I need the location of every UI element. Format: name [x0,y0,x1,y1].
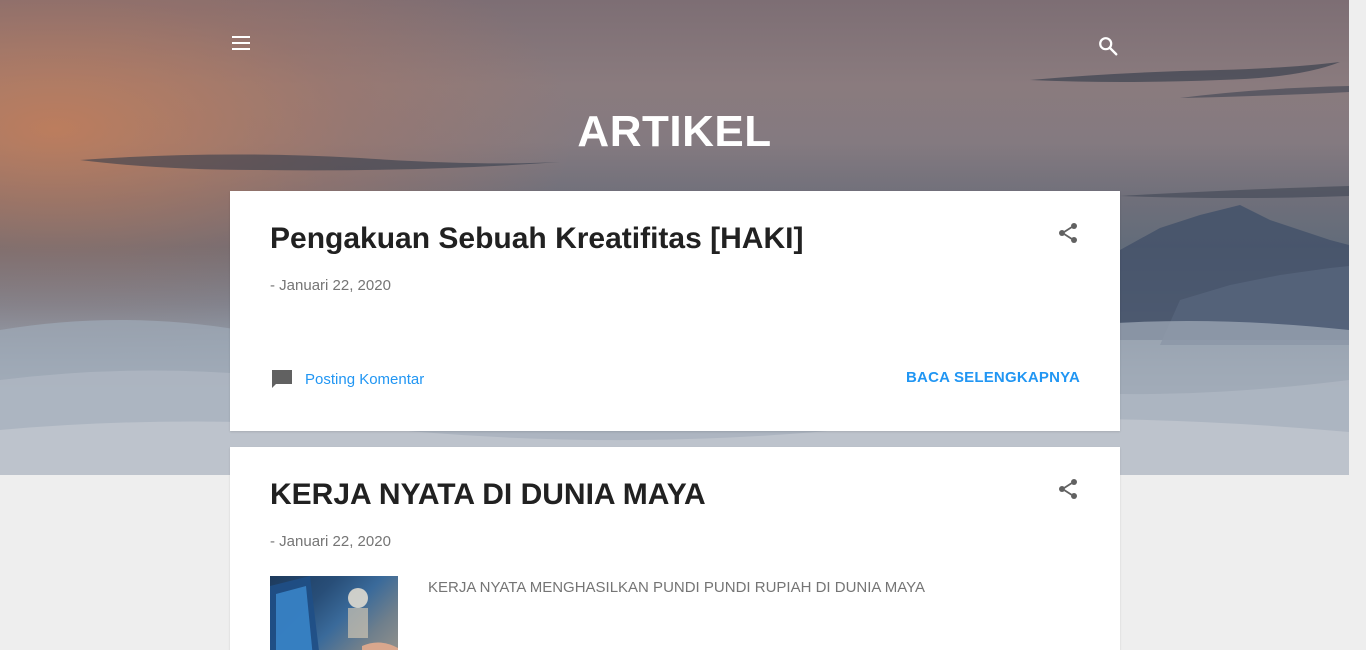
post-comment-link[interactable]: Posting Komentar [270,367,424,391]
post-card: Pengakuan Sebuah Kreatifitas [HAKI] - Ja… [230,191,1120,431]
post-thumbnail[interactable] [270,576,398,650]
post-date[interactable]: - Januari 22, 2020 [270,277,391,294]
post-snippet: KERJA NYATA MENGHASILKAN PUNDI PUNDI RUP… [428,579,926,596]
post-card: KERJA NYATA DI DUNIA MAYA - Januari 22, … [230,447,1120,650]
post-title[interactable]: KERJA NYATA DI DUNIA MAYA [270,477,706,513]
post-date[interactable]: - Januari 22, 2020 [270,533,391,550]
comment-label: Posting Komentar [305,370,425,388]
menu-icon[interactable] [232,36,252,52]
blog-title[interactable]: ARTIKEL [0,107,1349,157]
read-more-link[interactable]: BACA SELENGKAPNYA [906,369,1080,386]
share-icon[interactable] [1056,477,1080,501]
post-title[interactable]: Pengakuan Sebuah Kreatifitas [HAKI] [270,221,803,257]
search-icon[interactable] [1097,35,1119,57]
share-icon[interactable] [1056,221,1080,245]
comment-icon [272,370,292,388]
page: ARTIKEL Pengakuan Sebuah Kreatifitas [HA… [0,0,1349,650]
